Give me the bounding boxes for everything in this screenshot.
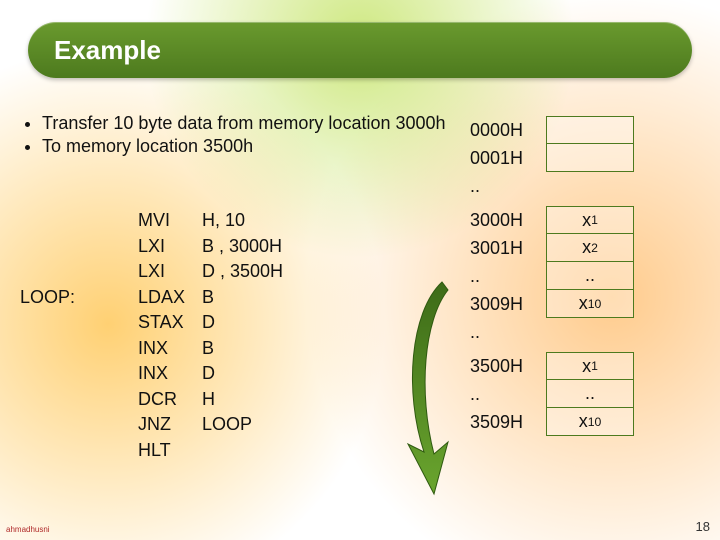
memory-cell xyxy=(546,144,634,172)
footer-page-number: 18 xyxy=(696,519,710,534)
code-operand: LOOP xyxy=(202,412,252,438)
code-mnemonic: LDAX xyxy=(138,285,202,311)
memory-row: 3000Hx1 xyxy=(470,206,634,234)
footer-author: ahmadhusni xyxy=(6,525,50,534)
code-mnemonic: STAX xyxy=(138,310,202,336)
memory-address: 0001H xyxy=(470,144,546,172)
code-operand: B , 3000H xyxy=(202,234,282,260)
code-label: LOOP: xyxy=(20,285,138,311)
code-label xyxy=(20,336,138,362)
memory-row: .... xyxy=(470,262,634,290)
memory-cell: x1 xyxy=(546,352,634,380)
code-operand: H xyxy=(202,387,215,413)
memory-row: 3500Hx1 xyxy=(470,352,634,380)
code-label xyxy=(20,361,138,387)
memory-row: 0001H xyxy=(470,144,634,172)
code-label xyxy=(20,208,138,234)
memory-cell: x2 xyxy=(546,234,634,262)
memory-address: 3500H xyxy=(470,352,546,380)
memory-row: 0000H xyxy=(470,116,634,144)
memory-cell: x10 xyxy=(546,408,634,436)
code-operand: B xyxy=(202,285,214,311)
memory-gap xyxy=(546,318,634,346)
memory-address: .. xyxy=(470,380,546,408)
memory-map: 0000H0001H..3000Hx13001Hx2....3009Hx10..… xyxy=(470,116,634,436)
memory-gap xyxy=(546,172,634,200)
memory-cell: .. xyxy=(546,380,634,408)
code-mnemonic: INX xyxy=(138,336,202,362)
code-operand: B xyxy=(202,336,214,362)
code-mnemonic: MVI xyxy=(138,208,202,234)
code-mnemonic: JNZ xyxy=(138,412,202,438)
memory-address: .. xyxy=(470,262,546,290)
code-operand: D xyxy=(202,361,215,387)
code-mnemonic: LXI xyxy=(138,259,202,285)
memory-address: 0000H xyxy=(470,116,546,144)
slide-title: Example xyxy=(54,35,161,66)
memory-cell: x10 xyxy=(546,290,634,318)
code-label xyxy=(20,259,138,285)
memory-address: 3009H xyxy=(470,290,546,318)
code-operand: H, 10 xyxy=(202,208,245,234)
memory-cell xyxy=(546,116,634,144)
memory-row: 3001Hx2 xyxy=(470,234,634,262)
memory-address: 3001H xyxy=(470,234,546,262)
memory-row: .. xyxy=(470,318,634,346)
title-bar: Example xyxy=(28,22,692,78)
memory-row: .... xyxy=(470,380,634,408)
code-mnemonic: LXI xyxy=(138,234,202,260)
code-operand: D , 3500H xyxy=(202,259,283,285)
memory-row: 3509Hx10 xyxy=(470,408,634,436)
content-area: Transfer 10 byte data from memory locati… xyxy=(20,112,700,516)
code-label xyxy=(20,387,138,413)
assembly-code: MVIH, 10 LXIB , 3000H LXID , 3500H LOOP:… xyxy=(20,208,283,463)
memory-cell: .. xyxy=(546,262,634,290)
arrow-icon xyxy=(390,272,460,502)
memory-address: 3000H xyxy=(470,206,546,234)
code-label xyxy=(20,234,138,260)
code-label xyxy=(20,412,138,438)
code-operand: D xyxy=(202,310,215,336)
memory-row: 3009Hx10 xyxy=(470,290,634,318)
memory-cell: x1 xyxy=(546,206,634,234)
code-mnemonic: HLT xyxy=(138,438,202,464)
code-mnemonic: INX xyxy=(138,361,202,387)
memory-address: 3509H xyxy=(470,408,546,436)
memory-address: .. xyxy=(470,318,546,346)
code-label xyxy=(20,438,138,464)
memory-row: .. xyxy=(470,172,634,200)
code-label xyxy=(20,310,138,336)
code-mnemonic: DCR xyxy=(138,387,202,413)
memory-address: .. xyxy=(470,172,546,200)
